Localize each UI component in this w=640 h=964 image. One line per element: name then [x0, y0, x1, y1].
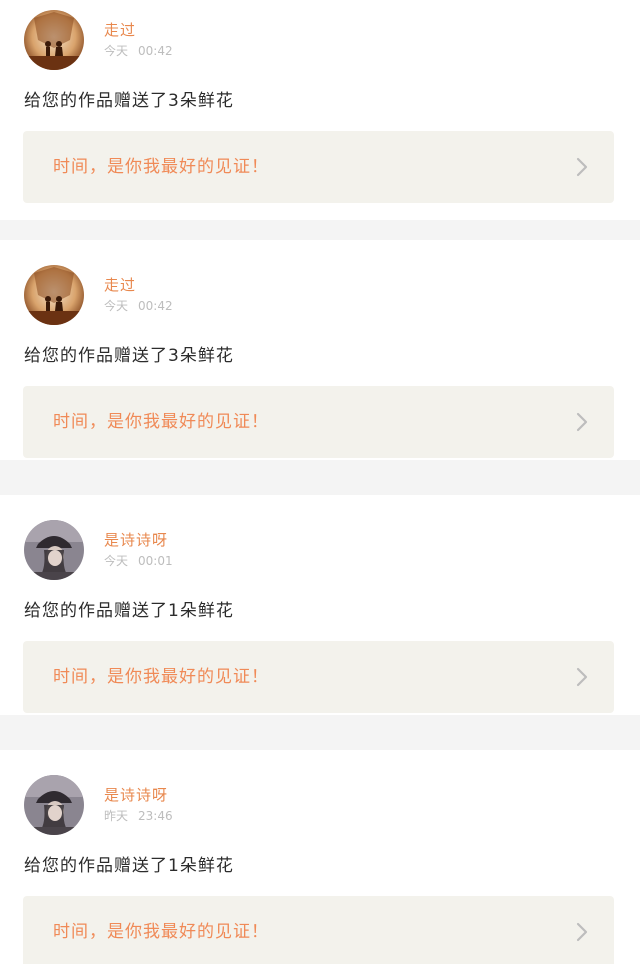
timestamp-time: 00:42 [138, 299, 173, 313]
work-title: 时间，是你我最好的见证！ [53, 157, 269, 177]
work-link[interactable]: 时间，是你我最好的见证！ [23, 641, 614, 713]
avatar[interactable] [24, 775, 84, 835]
avatar[interactable] [24, 10, 84, 70]
gift-message: 给您的作品赠送了3朵鲜花 [24, 346, 234, 366]
gift-notification-feed: 走过 今天 00:42 给您的作品赠送了3朵鲜花 时间，是你我最好的见证！ 走过… [0, 0, 640, 964]
girl-hat-avatar-icon [24, 775, 84, 835]
notification-card: 走过 今天 00:42 给您的作品赠送了3朵鲜花 时间，是你我最好的见证！ [0, 0, 640, 220]
timestamp-day: 今天 [104, 554, 129, 568]
gift-message: 给您的作品赠送了1朵鲜花 [24, 856, 234, 876]
notification-card: 是诗诗呀 今天 00:01 给您的作品赠送了1朵鲜花 时间，是你我最好的见证！ [0, 495, 640, 715]
avatar[interactable] [24, 520, 84, 580]
work-link[interactable]: 时间，是你我最好的见证！ [23, 386, 614, 458]
work-link[interactable]: 时间，是你我最好的见证！ [23, 131, 614, 203]
timestamp-day: 昨天 [104, 809, 129, 823]
timestamp: 今天 00:42 [104, 299, 173, 314]
timestamp-time: 23:46 [138, 809, 173, 823]
couple-silhouette-avatar-icon [24, 265, 84, 325]
timestamp-day: 今天 [104, 44, 129, 58]
work-link[interactable]: 时间，是你我最好的见证！ [23, 896, 614, 964]
gift-message: 给您的作品赠送了1朵鲜花 [24, 601, 234, 621]
username[interactable]: 是诗诗呀 [104, 786, 168, 804]
notification-card: 是诗诗呀 昨天 23:46 给您的作品赠送了1朵鲜花 时间，是你我最好的见证！ [0, 750, 640, 964]
work-title: 时间，是你我最好的见证！ [53, 667, 269, 687]
girl-hat-avatar-icon [24, 520, 84, 580]
username[interactable]: 走过 [104, 276, 136, 294]
timestamp: 昨天 23:46 [104, 809, 173, 824]
work-title: 时间，是你我最好的见证！ [53, 412, 269, 432]
notification-card: 走过 今天 00:42 给您的作品赠送了3朵鲜花 时间，是你我最好的见证！ [0, 240, 640, 460]
gift-message: 给您的作品赠送了3朵鲜花 [24, 91, 234, 111]
timestamp: 今天 00:42 [104, 44, 173, 59]
timestamp-time: 00:42 [138, 44, 173, 58]
username[interactable]: 是诗诗呀 [104, 531, 168, 549]
timestamp: 今天 00:01 [104, 554, 173, 569]
chevron-right-icon [576, 667, 588, 687]
work-title: 时间，是你我最好的见证！ [53, 922, 269, 942]
username[interactable]: 走过 [104, 21, 136, 39]
avatar[interactable] [24, 265, 84, 325]
timestamp-time: 00:01 [138, 554, 173, 568]
chevron-right-icon [576, 922, 588, 942]
couple-silhouette-avatar-icon [24, 10, 84, 70]
chevron-right-icon [576, 412, 588, 432]
chevron-right-icon [576, 157, 588, 177]
timestamp-day: 今天 [104, 299, 129, 313]
